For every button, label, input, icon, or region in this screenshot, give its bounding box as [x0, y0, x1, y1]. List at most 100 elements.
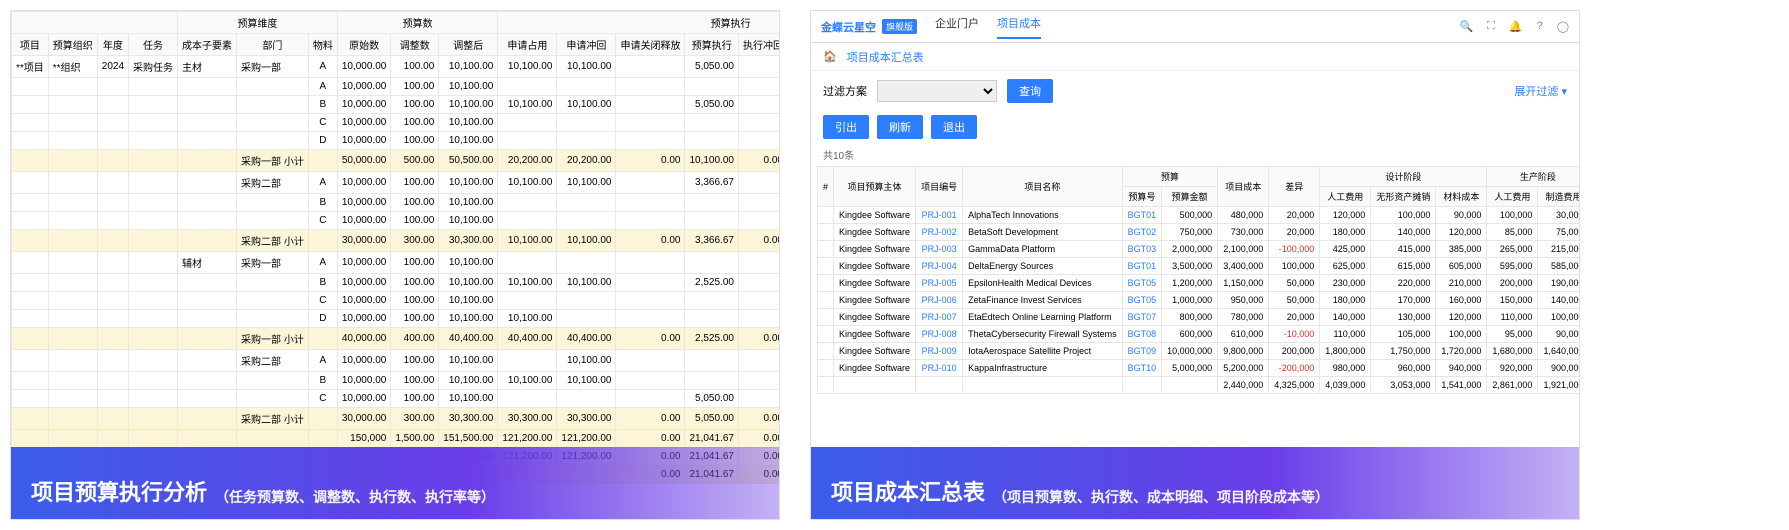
col-header[interactable]: 差异: [1269, 167, 1320, 207]
cost-grid-wrap[interactable]: #项目预算主体项目编号项目名称预算项目成本差异设计阶段生产阶段销售阶段预算号预算…: [811, 166, 1579, 394]
crumb-title[interactable]: 项目成本汇总表: [847, 49, 924, 65]
col-header[interactable]: 物料: [308, 34, 337, 56]
cell: 105,000: [1371, 326, 1436, 343]
table-row[interactable]: 150,0001,500.00151,500.00121,200.00121,2…: [12, 430, 780, 448]
col-header[interactable]: 任务: [129, 34, 178, 56]
cell: 95,000: [1487, 326, 1538, 343]
table-row[interactable]: Kingdee SoftwarePRJ-009IotaAerospace Sat…: [818, 343, 1580, 360]
col-header[interactable]: 项目名称: [963, 167, 1123, 207]
table-row[interactable]: Kingdee SoftwarePRJ-005EpsilonHealth Med…: [818, 275, 1580, 292]
cell: [12, 310, 49, 328]
table-row[interactable]: 采购一部 小计40,000.00400.0040,400.0040,400.00…: [12, 328, 780, 350]
table-row[interactable]: 采购二部 小计30,000.00300.0030,300.0010,100.00…: [12, 230, 780, 252]
col-header[interactable]: 预算金额: [1162, 187, 1218, 207]
col-header[interactable]: #: [818, 167, 834, 207]
table-row[interactable]: Kingdee SoftwarePRJ-004DeltaEnergy Sourc…: [818, 258, 1580, 275]
col-header[interactable]: 调整数: [391, 34, 439, 56]
table-row[interactable]: A10,000.00100.0010,100.00: [12, 78, 780, 96]
top-bar: 金蝶云星空 旗舰版 企业门户项目成本 🔍 ⛶ 🔔 ? ◯: [811, 11, 1579, 43]
table-row[interactable]: 采购二部A10,000.00100.0010,100.0010,100.0010…: [12, 172, 780, 194]
col-header[interactable]: 申请冲回: [557, 34, 616, 56]
cell: [97, 230, 128, 252]
col-header[interactable]: 项目预算主体: [834, 167, 916, 207]
col-header[interactable]: 年度: [97, 34, 128, 56]
cell: PRJ-001: [916, 207, 963, 224]
col-header[interactable]: 预算号: [1122, 187, 1162, 207]
cell: [48, 172, 97, 194]
table-row[interactable]: D10,000.00100.0010,100.00: [12, 132, 780, 150]
col-header[interactable]: 部门: [237, 34, 309, 56]
table-row[interactable]: B10,000.00100.0010,100.0010,100.0010,100…: [12, 372, 780, 390]
cell: [48, 194, 97, 212]
budget-table-wrap[interactable]: 预算维度预算数预算执行项目预算组织年度任务成本子要素部门物料原始数调整数调整后申…: [11, 11, 779, 519]
col-header[interactable]: 申请占用: [498, 34, 557, 56]
cell: 40,400.00: [498, 328, 557, 350]
table-row[interactable]: B10,000.00100.0010,100.00: [12, 194, 780, 212]
table-row[interactable]: B10,000.00100.0010,100.0010,100.0010,100…: [12, 96, 780, 114]
table-row[interactable]: B10,000.00100.0010,100.0010,100.0010,100…: [12, 274, 780, 292]
table-row[interactable]: 采购二部A10,000.00100.0010,100.0010,100.00: [12, 350, 780, 372]
table-row[interactable]: 采购二部 小计30,000.00300.0030,300.0030,300.00…: [12, 408, 780, 430]
table-row[interactable]: C10,000.00100.0010,100.00: [12, 292, 780, 310]
cell: 10,000.00: [337, 372, 391, 390]
table-row[interactable]: Kingdee SoftwarePRJ-007EtaEdtech Online …: [818, 309, 1580, 326]
table-row[interactable]: Kingdee SoftwarePRJ-002BetaSoft Developm…: [818, 224, 1580, 241]
action-button[interactable]: 退出: [931, 115, 977, 139]
home-icon[interactable]: 🏠: [823, 50, 837, 63]
col-header[interactable]: 申请关闭释放: [616, 34, 685, 56]
table-row[interactable]: **项目**组织2024采购任务主材采购一部A10,000.00100.0010…: [12, 56, 780, 78]
query-button[interactable]: 查询: [1007, 79, 1053, 103]
col-header[interactable]: 预算组织: [48, 34, 97, 56]
col-header[interactable]: 项目: [12, 34, 49, 56]
table-row[interactable]: Kingdee SoftwarePRJ-006ZetaFinance Inves…: [818, 292, 1580, 309]
col-header[interactable]: 项目成本: [1218, 167, 1269, 207]
cell: D: [308, 310, 337, 328]
user-icon[interactable]: ◯: [1557, 20, 1569, 33]
col-header[interactable]: 原始数: [337, 34, 391, 56]
action-button[interactable]: 引出: [823, 115, 869, 139]
col-header[interactable]: 预算: [1122, 167, 1218, 187]
help-icon[interactable]: ?: [1537, 20, 1543, 33]
col-header[interactable]: 成本子要素: [178, 34, 237, 56]
search-icon[interactable]: 🔍: [1459, 20, 1473, 33]
table-row[interactable]: Kingdee SoftwarePRJ-008ThetaCybersecurit…: [818, 326, 1580, 343]
col-header[interactable]: 制造费用: [1538, 187, 1579, 207]
col-header[interactable]: 预算执行: [685, 34, 739, 56]
notification-icon[interactable]: 🔔: [1509, 20, 1523, 33]
cell: 140,000: [1320, 309, 1371, 326]
cost-summary-panel: 金蝶云星空 旗舰版 企业门户项目成本 🔍 ⛶ 🔔 ? ◯ 🏠 项目成本汇总表 过…: [810, 10, 1580, 520]
action-button[interactable]: 刷新: [877, 115, 923, 139]
table-row[interactable]: 采购一部 小计50,000.00500.0050,500.0020,200.00…: [12, 150, 780, 172]
table-row[interactable]: Kingdee SoftwarePRJ-010KappaInfrastructu…: [818, 360, 1580, 377]
col-header[interactable]: 人工费用: [1487, 187, 1538, 207]
col-header[interactable]: 项目编号: [916, 167, 963, 207]
cell: 0.00: [616, 408, 685, 430]
table-row[interactable]: C10,000.00100.0010,100.005,050.005,050.0…: [12, 390, 780, 408]
col-header[interactable]: 设计阶段: [1320, 167, 1487, 187]
cell: 0.00: [616, 430, 685, 448]
col-header[interactable]: 生产阶段: [1487, 167, 1579, 187]
cell: 100.00: [391, 310, 439, 328]
fullscreen-icon[interactable]: ⛶: [1487, 20, 1495, 33]
table-row[interactable]: Kingdee SoftwarePRJ-001AlphaTech Innovat…: [818, 207, 1580, 224]
cell: [97, 252, 128, 274]
top-tab[interactable]: 企业门户: [935, 15, 979, 39]
table-row[interactable]: 2,440,0004,325,0004,039,0003,053,0001,54…: [818, 377, 1580, 394]
cell: -10,000: [1269, 326, 1320, 343]
col-header[interactable]: 人工费用: [1320, 187, 1371, 207]
top-tab[interactable]: 项目成本: [997, 15, 1041, 39]
filter-select[interactable]: [877, 80, 997, 102]
table-row[interactable]: D10,000.00100.0010,100.0010,100.00: [12, 310, 780, 328]
table-row[interactable]: C10,000.00100.0010,100.00: [12, 114, 780, 132]
cell: [129, 212, 178, 230]
table-row[interactable]: Kingdee SoftwarePRJ-003GammaData Platfor…: [818, 241, 1580, 258]
col-header[interactable]: 调整后: [439, 34, 498, 56]
table-row[interactable]: C10,000.00100.0010,100.00: [12, 212, 780, 230]
cell: 10,100.00: [439, 194, 498, 212]
table-row[interactable]: 辅材采购一部A10,000.00100.0010,100.00: [12, 252, 780, 274]
cell: 4,039,000: [1320, 377, 1371, 394]
col-header[interactable]: 材料成本: [1436, 187, 1487, 207]
expand-filter-link[interactable]: 展开过滤 ▾: [1514, 83, 1567, 99]
col-header[interactable]: 执行冲回: [738, 34, 779, 56]
col-header[interactable]: 无形资产摊销: [1371, 187, 1436, 207]
